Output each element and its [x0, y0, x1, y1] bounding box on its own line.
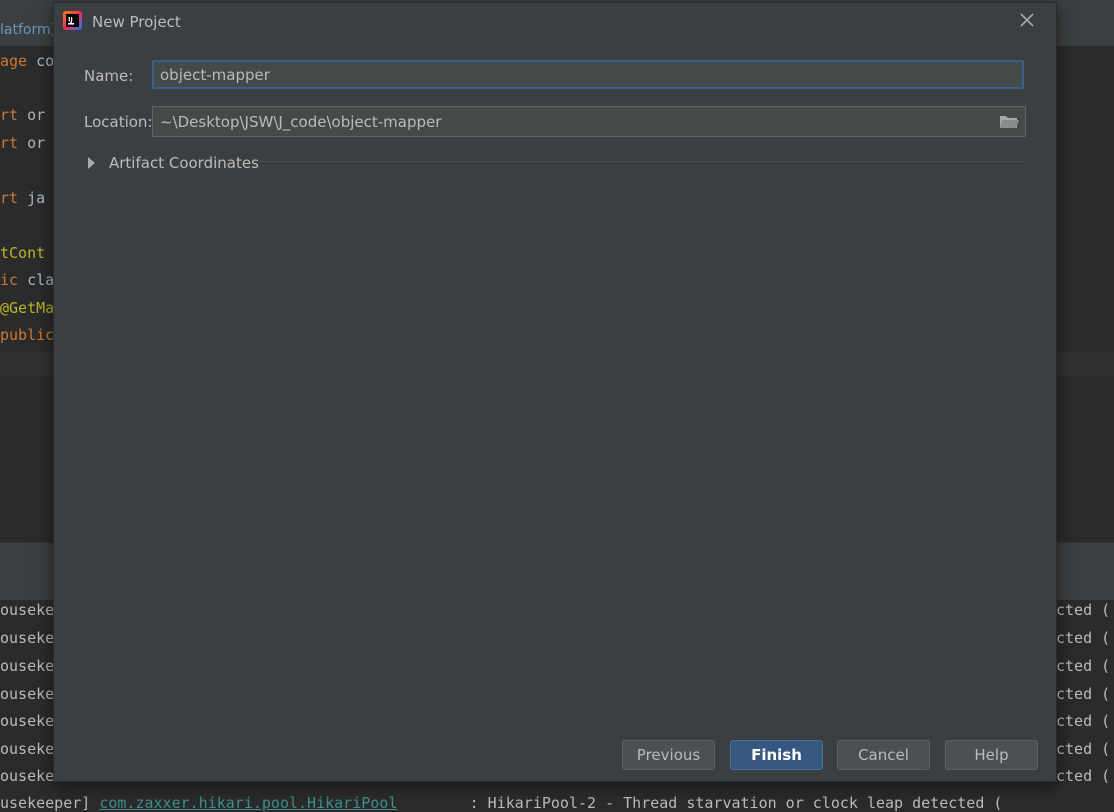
new-project-dialog: IJ New Project Name: Location: Artifact … — [54, 3, 1056, 781]
intellij-app-icon: IJ — [63, 11, 82, 30]
finish-button[interactable]: Finish — [730, 740, 823, 770]
console-line-tail: cted ( — [1056, 712, 1111, 730]
folder-icon[interactable] — [998, 112, 1020, 132]
help-button[interactable]: Help — [945, 740, 1038, 770]
console-line: ouseke — [0, 601, 55, 619]
console-line: ouseke — [0, 685, 55, 703]
console-line-tail: cted ( — [1056, 657, 1111, 675]
console-class-link[interactable]: com.zaxxer.hikari.pool.HikariPool — [99, 794, 397, 812]
project-location-input[interactable] — [152, 106, 1026, 137]
name-label: Name: — [84, 67, 134, 85]
code-line: @GetMa — [0, 299, 55, 317]
console-line-last: usekeeper] com.zaxxer.hikari.pool.Hikari… — [0, 794, 1003, 812]
project-name-input[interactable] — [152, 60, 1024, 89]
console-line: ouseke — [0, 740, 55, 758]
chevron-right-icon — [88, 157, 95, 169]
console-line: ouseke — [0, 712, 55, 730]
code-line: rt ja — [0, 189, 46, 207]
console-line: ouseke — [0, 629, 55, 647]
console-line: ouseke — [0, 657, 55, 675]
cancel-button[interactable]: Cancel — [837, 740, 930, 770]
code-line: public — [0, 326, 55, 344]
console-line-tail: cted ( — [1056, 685, 1111, 703]
console-line-tail: cted ( — [1056, 601, 1111, 619]
code-line: ic cla — [0, 271, 55, 289]
artifact-coordinates-toggle[interactable]: Artifact Coordinates — [88, 153, 288, 175]
console-line-tail: cted ( — [1056, 629, 1111, 647]
artifact-coordinates-label: Artifact Coordinates — [109, 154, 259, 172]
location-label: Location: — [84, 113, 153, 131]
code-line: rt or — [0, 106, 46, 124]
dialog-title: New Project — [92, 13, 181, 31]
artifact-separator — [255, 161, 1026, 162]
code-line: tCont — [0, 244, 46, 262]
svg-text:IJ: IJ — [68, 16, 73, 24]
previous-button[interactable]: Previous — [622, 740, 715, 770]
code-line: age co — [0, 52, 55, 70]
console-line-tail: cted ( — [1056, 767, 1111, 785]
ide-tab-label[interactable]: latform) — [0, 22, 56, 38]
console-line-tail: cted ( — [1056, 740, 1111, 758]
close-icon[interactable] — [1018, 11, 1036, 29]
code-line: rt or — [0, 134, 46, 152]
console-line: ouseke — [0, 767, 55, 785]
